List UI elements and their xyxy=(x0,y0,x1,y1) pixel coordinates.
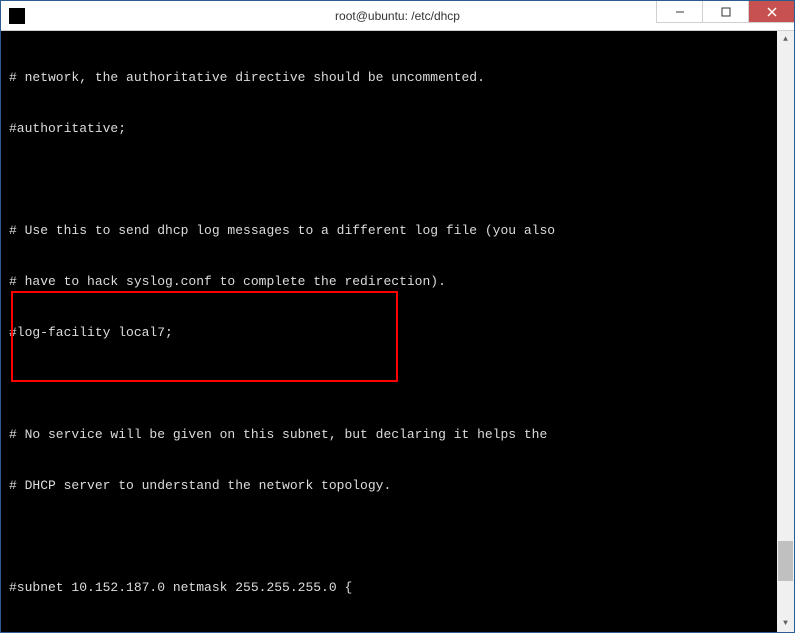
terminal-line xyxy=(9,528,794,545)
close-icon xyxy=(767,7,777,17)
terminal-line: #} xyxy=(9,630,794,632)
scroll-up-button[interactable]: ▲ xyxy=(777,31,794,48)
terminal-line: #subnet 10.152.187.0 netmask 255.255.255… xyxy=(9,579,794,596)
titlebar: root@ubuntu: /etc/dhcp xyxy=(1,1,794,31)
terminal-area[interactable]: # network, the authoritative directive s… xyxy=(1,31,794,632)
terminal-line: # network, the authoritative directive s… xyxy=(9,69,794,86)
terminal-line: # DHCP server to understand the network … xyxy=(9,477,794,494)
scrollbar[interactable]: ▲ ▼ xyxy=(777,31,794,632)
close-button[interactable] xyxy=(748,1,794,23)
minimize-icon xyxy=(675,7,685,17)
maximize-button[interactable] xyxy=(702,1,748,23)
scroll-down-button[interactable]: ▼ xyxy=(777,615,794,632)
terminal-line: # Use this to send dhcp log messages to … xyxy=(9,222,794,239)
terminal-icon xyxy=(9,8,25,24)
terminal-line: # have to hack syslog.conf to complete t… xyxy=(9,273,794,290)
terminal-line: #log-facility local7; xyxy=(9,324,794,341)
window-title: root@ubuntu: /etc/dhcp xyxy=(335,9,460,23)
scroll-thumb[interactable] xyxy=(778,541,793,581)
terminal-line: # No service will be given on this subne… xyxy=(9,426,794,443)
terminal-line xyxy=(9,375,794,392)
maximize-icon xyxy=(721,7,731,17)
terminal-line xyxy=(9,171,794,188)
terminal-content: # network, the authoritative directive s… xyxy=(9,35,794,632)
terminal-line: #authoritative; xyxy=(9,120,794,137)
window-controls xyxy=(656,1,794,23)
minimize-button[interactable] xyxy=(656,1,702,23)
